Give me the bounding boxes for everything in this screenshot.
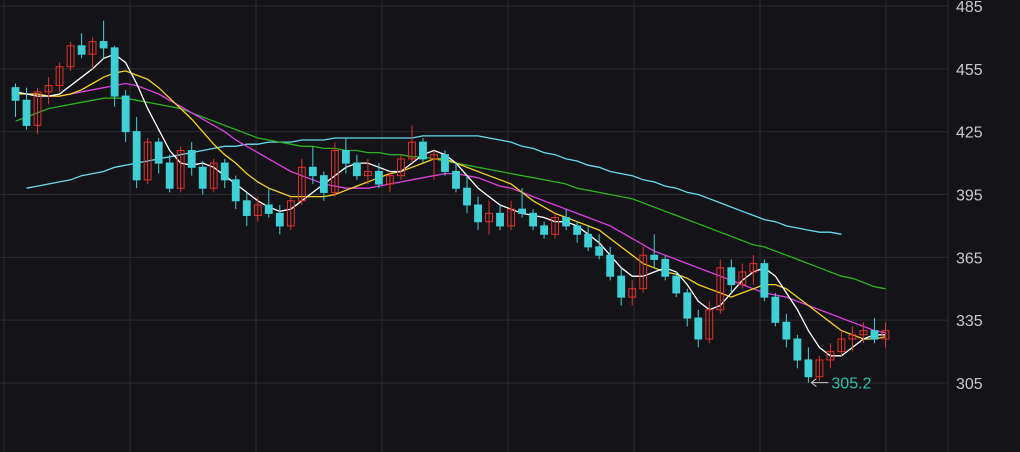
candle-body (154, 141, 163, 164)
candle-body (496, 212, 504, 227)
y-tick-label: 305 (956, 376, 983, 393)
candle-body (782, 321, 791, 340)
candle (441, 150, 449, 176)
candle-body (187, 150, 196, 168)
candle-body (661, 258, 670, 277)
candle-body (22, 99, 31, 126)
candle-body (419, 141, 427, 160)
candle-body (650, 254, 659, 260)
candle (771, 292, 780, 327)
y-tick-label: 455 (956, 62, 983, 79)
candle-body (727, 267, 736, 286)
candle-body (110, 47, 119, 97)
candle-body (121, 95, 130, 133)
candle-body (793, 338, 802, 361)
candle-body (562, 217, 571, 227)
candle-body (529, 212, 538, 227)
candle-body (771, 296, 780, 323)
candle-body (595, 246, 604, 256)
candle-body (573, 225, 582, 235)
candle-body (220, 162, 229, 181)
candle (672, 271, 681, 298)
candle-body (518, 208, 526, 214)
candle-body (760, 263, 769, 298)
y-tick-label: 335 (956, 313, 983, 330)
candle-body (308, 166, 317, 177)
candle-body (11, 87, 20, 101)
candle-body (606, 254, 615, 277)
candle-body (617, 275, 626, 298)
candle-body (319, 175, 328, 193)
candle-body (870, 330, 879, 340)
candle-body (474, 204, 482, 223)
candle-body (672, 275, 681, 294)
candle-body (242, 200, 251, 216)
low-marker-label: 305.2 (831, 376, 871, 393)
candle-body (264, 204, 273, 214)
candle-body (231, 179, 240, 202)
candle-body (463, 187, 471, 206)
candle-body (804, 359, 813, 378)
candle-body (165, 162, 174, 189)
candle-body (132, 131, 141, 181)
candle-body (275, 212, 284, 227)
candle-body (341, 150, 350, 164)
candle-body (441, 154, 449, 172)
y-tick-label: 365 (956, 250, 983, 267)
candle-body (694, 317, 703, 340)
candle-body (584, 233, 593, 248)
candlestick-chart: 485 455 425 395 365 335 305 305.2 (0, 0, 1020, 452)
y-tick-label: 425 (956, 125, 983, 142)
candle-body (540, 225, 549, 235)
candle-body (77, 45, 86, 55)
candle (760, 259, 769, 302)
candle-body (375, 170, 383, 185)
candle-body (352, 162, 361, 177)
candle-body (683, 292, 692, 319)
y-tick-label: 395 (956, 188, 983, 205)
candle (661, 255, 670, 281)
candle (419, 137, 427, 164)
y-tick-label: 485 (956, 0, 983, 16)
candle-body (452, 170, 460, 189)
candle-body (198, 166, 207, 189)
candle-body (99, 41, 108, 49)
